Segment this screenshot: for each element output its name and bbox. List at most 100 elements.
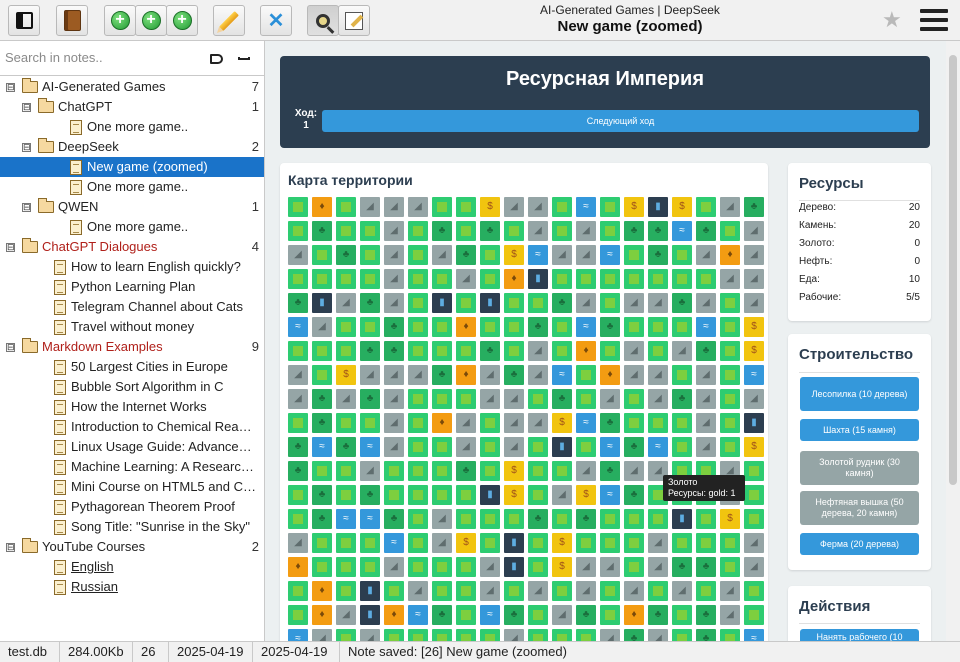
tree-note[interactable]: One more game.. bbox=[0, 177, 264, 197]
map-tile-stone[interactable]: ◢ bbox=[336, 293, 356, 313]
map-tile-stone[interactable]: ◢ bbox=[576, 245, 596, 265]
map-tile-gold[interactable]: $ bbox=[744, 317, 764, 337]
map-tile-gold[interactable]: $ bbox=[336, 365, 356, 385]
map-tile-grass[interactable] bbox=[432, 317, 452, 337]
map-tile-stone[interactable]: ◢ bbox=[528, 365, 548, 385]
map-tile-grass[interactable] bbox=[744, 605, 764, 625]
map-tile-forest[interactable]: ♣ bbox=[480, 221, 500, 241]
map-tile-farm[interactable]: ♦ bbox=[576, 341, 596, 361]
map-tile-farm[interactable]: ♦ bbox=[624, 605, 644, 625]
map-tile-grass[interactable] bbox=[456, 605, 476, 625]
map-tile-grass[interactable] bbox=[288, 509, 308, 529]
map-tile-oil[interactable]: ▮ bbox=[312, 293, 332, 313]
scrollbar-thumb[interactable] bbox=[949, 55, 957, 485]
map-tile-stone[interactable]: ◢ bbox=[384, 413, 404, 433]
map-tile-grass[interactable] bbox=[432, 485, 452, 505]
map-tile-forest[interactable]: ♣ bbox=[624, 485, 644, 505]
map-tile-grass[interactable] bbox=[552, 581, 572, 601]
tree-note[interactable]: Travel without money bbox=[0, 317, 264, 337]
map-tile-grass[interactable] bbox=[672, 605, 692, 625]
map-tile-grass[interactable] bbox=[336, 485, 356, 505]
map-tile-stone[interactable]: ◢ bbox=[504, 197, 524, 217]
map-tile-grass[interactable] bbox=[336, 557, 356, 577]
collapse-toggle-icon[interactable]: ⊟ bbox=[6, 343, 15, 352]
map-tile-grass[interactable] bbox=[456, 485, 476, 505]
map-tile-stone[interactable]: ◢ bbox=[648, 365, 668, 385]
map-tile-stone[interactable]: ◢ bbox=[696, 389, 716, 409]
map-tile-forest[interactable]: ♣ bbox=[624, 437, 644, 457]
map-tile-forest[interactable]: ♣ bbox=[696, 629, 716, 641]
map-tile-forest[interactable]: ♣ bbox=[288, 293, 308, 313]
map-tile-grass[interactable] bbox=[288, 413, 308, 433]
map-tile-water[interactable]: ≈ bbox=[744, 365, 764, 385]
map-tile-stone[interactable]: ◢ bbox=[456, 437, 476, 457]
map-tile-stone[interactable]: ◢ bbox=[288, 533, 308, 553]
map-tile-stone[interactable]: ◢ bbox=[648, 293, 668, 313]
map-tile-stone[interactable]: ◢ bbox=[408, 197, 428, 217]
map-tile-farm[interactable]: ♦ bbox=[600, 365, 620, 385]
map-tile-stone[interactable]: ◢ bbox=[696, 245, 716, 265]
map-tile-stone[interactable]: ◢ bbox=[360, 461, 380, 481]
content-scrollbar[interactable] bbox=[946, 41, 960, 641]
tree-folder[interactable]: ⊟ YouTube Courses 2 bbox=[0, 537, 264, 557]
map-tile-stone[interactable]: ◢ bbox=[384, 365, 404, 385]
map-tile-grass[interactable] bbox=[696, 197, 716, 217]
map-tile-forest[interactable]: ♣ bbox=[744, 197, 764, 217]
map-tile-grass[interactable] bbox=[408, 221, 428, 241]
map-tile-water[interactable]: ≈ bbox=[528, 245, 548, 265]
map-tile-water[interactable]: ≈ bbox=[360, 509, 380, 529]
tag-icon[interactable] bbox=[210, 54, 223, 64]
map-tile-oil[interactable]: ▮ bbox=[504, 533, 524, 553]
map-tile-stone[interactable]: ◢ bbox=[456, 269, 476, 289]
map-tile-stone[interactable]: ◢ bbox=[288, 365, 308, 385]
edit-mode-button[interactable] bbox=[338, 5, 370, 36]
map-tile-grass[interactable] bbox=[408, 629, 428, 641]
map-tile-grass[interactable] bbox=[720, 293, 740, 313]
map-tile-stone[interactable]: ◢ bbox=[720, 605, 740, 625]
map-tile-stone[interactable]: ◢ bbox=[744, 245, 764, 265]
build-button[interactable]: Ферма (20 дерева) bbox=[800, 533, 919, 555]
map-tile-stone[interactable]: ◢ bbox=[432, 245, 452, 265]
map-tile-forest[interactable]: ♣ bbox=[672, 389, 692, 409]
map-tile-water[interactable]: ≈ bbox=[600, 245, 620, 265]
tree-note[interactable]: Russian bbox=[0, 577, 264, 597]
map-tile-grass[interactable] bbox=[456, 221, 476, 241]
map-tile-grass[interactable] bbox=[720, 341, 740, 361]
map-tile-stone[interactable]: ◢ bbox=[336, 605, 356, 625]
search-button[interactable] bbox=[307, 5, 339, 36]
tree-folder[interactable]: ⊟ AI-Generated Games 7 bbox=[0, 77, 264, 97]
map-tile-grass[interactable] bbox=[312, 533, 332, 553]
tree-note[interactable]: Python Learning Plan bbox=[0, 277, 264, 297]
map-tile-water[interactable]: ≈ bbox=[288, 629, 308, 641]
map-tile-grass[interactable] bbox=[480, 413, 500, 433]
map-tile-grass[interactable] bbox=[336, 269, 356, 289]
tree-note[interactable]: One more game.. bbox=[0, 117, 264, 137]
map-tile-stone[interactable]: ◢ bbox=[384, 557, 404, 577]
map-tile-grass[interactable] bbox=[528, 437, 548, 457]
map-tile-grass[interactable] bbox=[408, 341, 428, 361]
map-tile-stone[interactable]: ◢ bbox=[552, 605, 572, 625]
map-tile-grass[interactable] bbox=[360, 533, 380, 553]
tree-note[interactable]: New game (zoomed) bbox=[0, 157, 264, 177]
map-tile-forest[interactable]: ♣ bbox=[648, 221, 668, 241]
map-tile-grass[interactable] bbox=[360, 557, 380, 577]
map-tile-grass[interactable] bbox=[696, 509, 716, 529]
map-tile-forest[interactable]: ♣ bbox=[360, 341, 380, 361]
map-tile-forest[interactable]: ♣ bbox=[696, 341, 716, 361]
map-tile-grass[interactable] bbox=[408, 461, 428, 481]
map-tile-grass[interactable] bbox=[504, 221, 524, 241]
tree-note[interactable]: How to learn English quickly? bbox=[0, 257, 264, 277]
map-tile-forest[interactable]: ♣ bbox=[504, 605, 524, 625]
add-note-button[interactable]: + bbox=[104, 5, 136, 36]
map-tile-gold[interactable]: $ bbox=[624, 197, 644, 217]
map-tile-grass[interactable] bbox=[432, 437, 452, 457]
tree-note[interactable]: How the Internet Works bbox=[0, 397, 264, 417]
map-tile-stone[interactable]: ◢ bbox=[696, 293, 716, 313]
map-tile-stone[interactable]: ◢ bbox=[504, 437, 524, 457]
map-tile-grass[interactable] bbox=[552, 269, 572, 289]
map-tile-grass[interactable] bbox=[312, 269, 332, 289]
map-tile-grass[interactable] bbox=[504, 293, 524, 313]
map-tile-stone[interactable]: ◢ bbox=[648, 389, 668, 409]
map-tile-grass[interactable] bbox=[456, 557, 476, 577]
map-tile-forest[interactable]: ♣ bbox=[504, 365, 524, 385]
